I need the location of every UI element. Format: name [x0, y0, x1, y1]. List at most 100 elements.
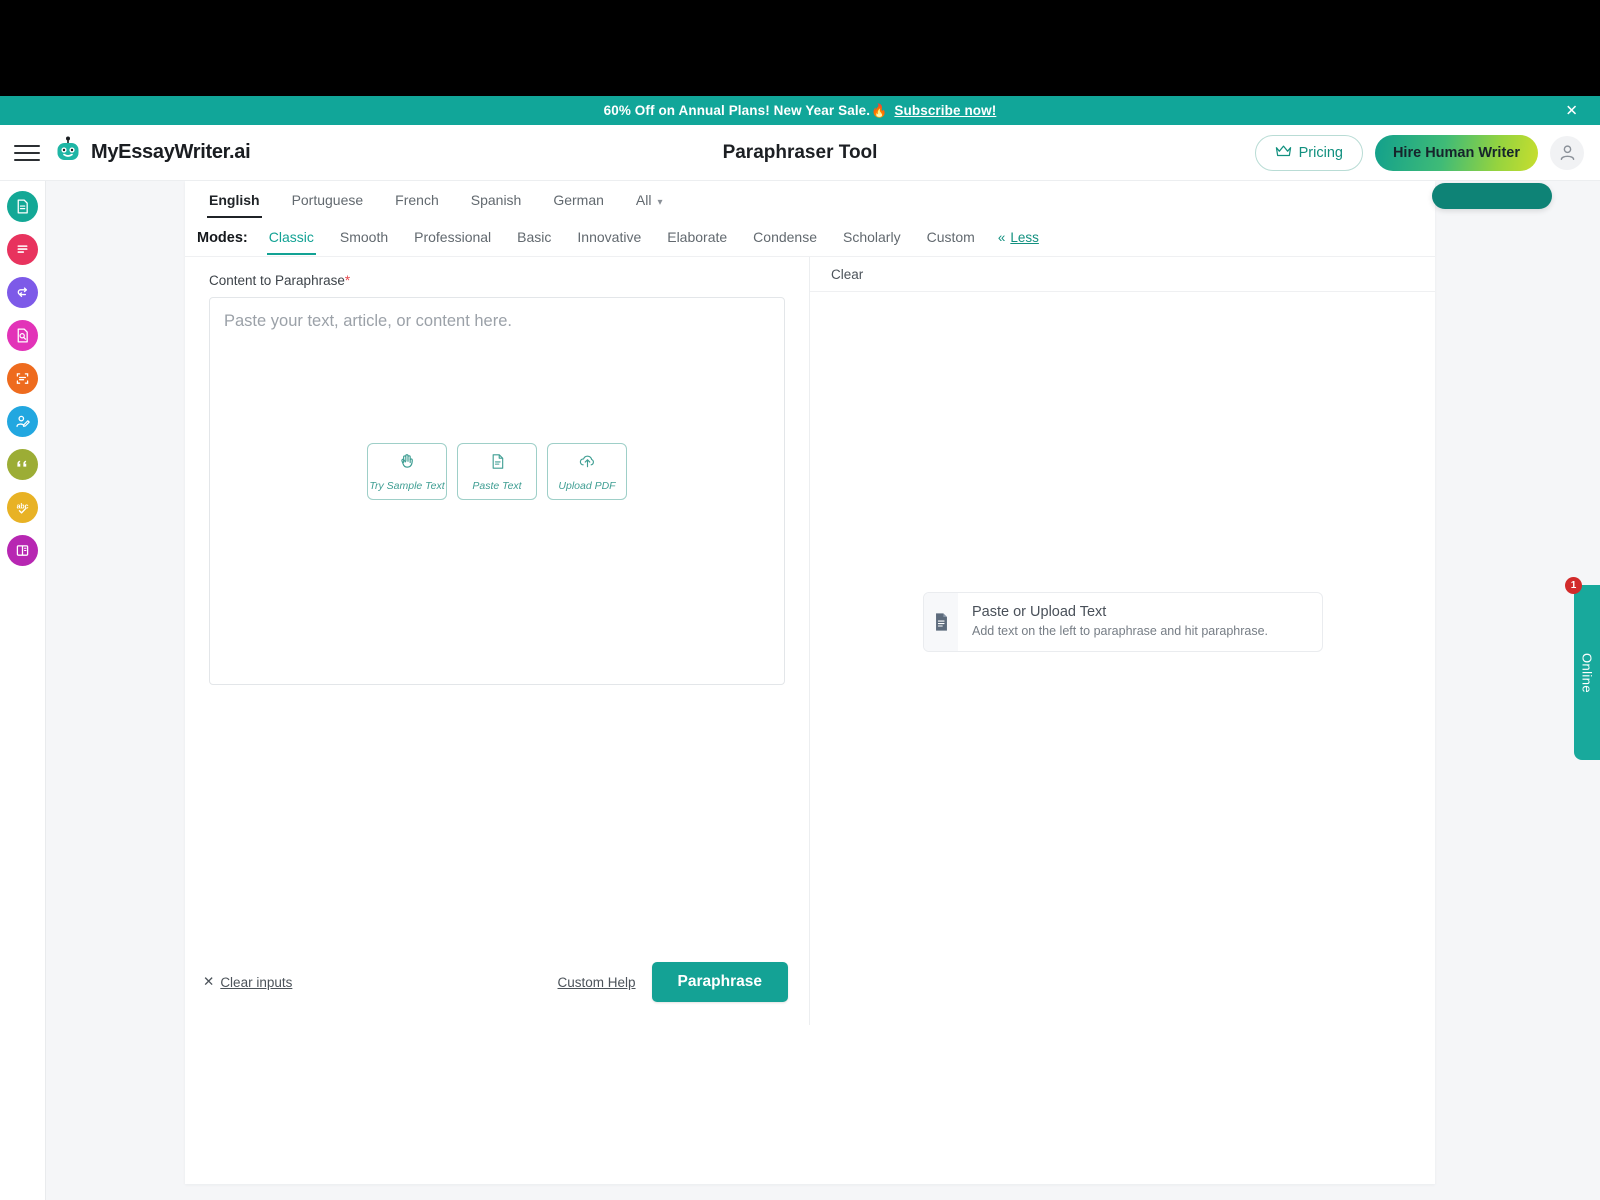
editor-placeholder: Paste your text, article, or content her… — [224, 312, 512, 330]
paraphrase-arrows-icon — [17, 286, 27, 297]
double-chevron-left-icon: « — [997, 230, 1006, 245]
chevron-down-icon: ▾ — [657, 196, 663, 208]
pricing-label: Pricing — [1298, 144, 1343, 161]
editor-panes: Content to Paraphrase* Paste your text, … — [185, 257, 1435, 1025]
mode-custom[interactable]: Custom — [914, 220, 988, 255]
paste-text-button[interactable]: Paste Text — [457, 443, 537, 500]
language-tab-french[interactable]: French — [379, 183, 455, 218]
language-tab-portuguese[interactable]: Portuguese — [276, 183, 380, 218]
source-text-editor[interactable]: Paste your text, article, or content her… — [209, 297, 785, 685]
quick-action-buttons: Try Sample Text Paste Text Upload PDF — [210, 443, 784, 500]
sidebar-item-humanizer[interactable] — [7, 406, 38, 437]
svg-text:abc: abc — [17, 503, 29, 510]
paraphraser-card: English Portuguese French Spanish German… — [185, 181, 1435, 1184]
floating-promo-pill[interactable] — [1432, 183, 1552, 209]
browser-viewport: 60% Off on Annual Plans! New Year Sale. … — [0, 96, 1600, 1200]
input-field-label-text: Content to Paraphrase — [209, 273, 345, 288]
online-chat-tab[interactable]: Online — [1574, 585, 1600, 760]
primary-actions: Custom Help Paraphrase — [558, 962, 788, 1002]
language-all-label: All — [635, 191, 652, 208]
upload-pdf-button[interactable]: Upload PDF — [547, 443, 627, 500]
app-body: abc English Portuguese French Spanish Ge… — [0, 181, 1600, 1200]
clear-inputs-label: Clear inputs — [220, 974, 293, 990]
mode-classic[interactable]: Classic — [256, 220, 327, 255]
close-x-icon: ✕ — [203, 974, 215, 989]
try-sample-text-button[interactable]: Try Sample Text — [367, 443, 447, 500]
output-toolbar: Clear — [810, 257, 1435, 292]
scan-text-icon — [16, 373, 29, 384]
sidebar-item-grammar-checker[interactable]: abc — [7, 492, 38, 523]
language-tab-spanish[interactable]: Spanish — [455, 183, 538, 218]
clear-output-button[interactable]: Clear — [831, 267, 863, 282]
online-chat-label: Online — [1579, 652, 1595, 693]
close-icon[interactable]: ✕ — [1565, 103, 1578, 118]
sidebar-item-ai-detector[interactable] — [7, 363, 38, 394]
sidebar-item-plagiarism-checker[interactable] — [7, 320, 38, 351]
input-pane: Content to Paraphrase* Paste your text, … — [185, 257, 810, 1025]
language-tab-english[interactable]: English — [193, 183, 276, 218]
document-lines-icon — [924, 593, 958, 651]
sidebar-item-content-detector[interactable] — [7, 234, 38, 265]
modes-label: Modes: — [197, 229, 248, 246]
document-pen-icon — [17, 199, 28, 214]
crown-icon — [1275, 144, 1292, 162]
sidebar-item-citation-generator[interactable] — [7, 449, 38, 480]
output-empty-subtitle: Add text on the left to paraphrase and h… — [972, 624, 1269, 638]
promo-text: 60% Off on Annual Plans! New Year Sale. — [603, 103, 871, 118]
mode-elaborate[interactable]: Elaborate — [654, 220, 740, 255]
less-modes-toggle[interactable]: « Less — [998, 230, 1039, 245]
sidebar-item-essay-writer[interactable] — [7, 191, 38, 222]
hand-wave-icon — [397, 451, 417, 476]
sidebar-item-paraphraser[interactable] — [7, 277, 38, 308]
user-account-icon[interactable] — [1550, 135, 1584, 170]
output-pane: Clear Paste or Upload Text Add text on t… — [810, 257, 1435, 1025]
promo-banner: 60% Off on Annual Plans! New Year Sale. … — [0, 96, 1600, 125]
output-empty-body: Paste or Upload Text Add text on the lef… — [958, 593, 1282, 651]
sidebar-item-flashcards[interactable] — [7, 535, 38, 566]
subscribe-now-link[interactable]: Subscribe now! — [894, 103, 996, 118]
document-search-icon — [17, 328, 28, 343]
brand-name: MyEssayWriter.ai — [91, 141, 251, 163]
pricing-button[interactable]: Pricing — [1254, 134, 1363, 171]
language-tab-german[interactable]: German — [537, 183, 620, 218]
output-empty-state: Paste or Upload Text Add text on the lef… — [923, 592, 1323, 652]
header-actions: Pricing Hire Human Writer — [1254, 134, 1600, 171]
open-book-icon — [16, 545, 29, 556]
output-empty-title: Paste or Upload Text — [972, 604, 1107, 620]
app-header: MyEssayWriter.ai Paraphraser Tool Pricin… — [0, 125, 1600, 209]
content-area: English Portuguese French Spanish German… — [46, 181, 1600, 1200]
brand-logo[interactable]: MyEssayWriter.ai — [54, 136, 251, 169]
person-edit-icon — [16, 415, 30, 428]
upload-pdf-label: Upload PDF — [558, 480, 616, 492]
paste-text-label: Paste Text — [472, 479, 522, 492]
cloud-upload-icon — [577, 451, 598, 476]
language-tab-all[interactable]: All ▾ — [620, 183, 679, 218]
less-label: Less — [1010, 230, 1039, 245]
quote-icon — [17, 460, 27, 467]
text-lines-icon — [17, 245, 28, 253]
try-sample-text-label: Try Sample Text — [369, 480, 445, 492]
robot-logo-icon — [54, 136, 82, 169]
modes-row: Modes: Classic Smooth Professional Basic… — [185, 219, 1435, 257]
screen: 60% Off on Annual Plans! New Year Sale. … — [0, 0, 1600, 1200]
language-tabs: English Portuguese French Spanish German… — [185, 181, 1435, 219]
hire-human-writer-button[interactable]: Hire Human Writer — [1374, 134, 1538, 171]
tool-sidebar: abc — [0, 181, 46, 1200]
abc-check-icon: abc — [17, 503, 29, 514]
online-chat-badge: 1 — [1565, 577, 1582, 594]
document-text-icon — [488, 452, 507, 476]
input-field-label: Content to Paraphrase* — [209, 273, 785, 288]
mode-basic[interactable]: Basic — [504, 220, 564, 255]
fire-icon: 🔥 — [871, 102, 888, 118]
custom-help-link[interactable]: Custom Help — [558, 975, 636, 990]
mode-condense[interactable]: Condense — [740, 220, 830, 255]
mode-smooth[interactable]: Smooth — [327, 220, 401, 255]
mode-innovative[interactable]: Innovative — [564, 220, 654, 255]
input-footer-actions: ✕ Clear inputs Custom Help Paraphrase — [185, 939, 810, 1025]
required-marker: * — [344, 273, 351, 288]
mode-scholarly[interactable]: Scholarly — [830, 220, 914, 255]
mode-professional[interactable]: Professional — [401, 220, 504, 255]
clear-inputs-button[interactable]: ✕ Clear inputs — [203, 974, 292, 990]
hamburger-menu-icon[interactable] — [14, 143, 40, 163]
paraphrase-button[interactable]: Paraphrase — [651, 962, 788, 1002]
